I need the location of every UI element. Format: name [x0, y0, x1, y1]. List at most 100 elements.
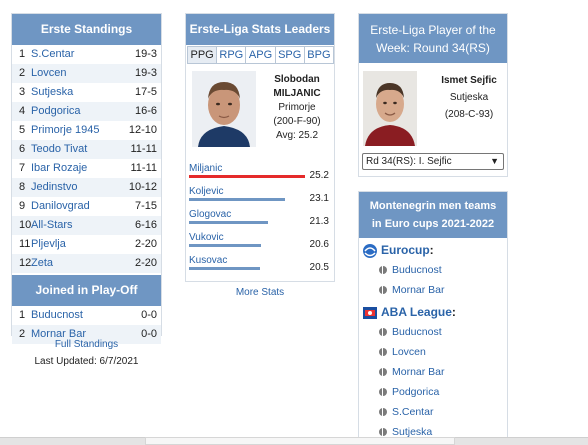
list-item[interactable]: Buducnost	[359, 260, 507, 280]
rank: 11	[19, 238, 31, 250]
table-row[interactable]: 3 Sutjeska 17-5	[12, 83, 161, 102]
aba-league-link[interactable]: ABA League	[381, 303, 452, 322]
club-link[interactable]: Mornar Bar	[392, 362, 445, 382]
leader-bar-row[interactable]: Koljevic 23.1	[186, 185, 334, 208]
stats-leaders-panel: Erste-Liga Stats Leaders PPG RPG APG SPG…	[185, 13, 335, 282]
aba-logo-icon	[362, 305, 378, 321]
leader-bar-row[interactable]: Kusovac 20.5	[186, 254, 334, 277]
bar-player-name[interactable]: Koljevic	[189, 186, 223, 197]
tab-rpg[interactable]: RPG	[216, 46, 247, 64]
bar-player-name[interactable]: Miljanic	[189, 163, 222, 174]
leader-bar-row[interactable]: Miljanic 25.2	[186, 162, 334, 185]
potw-name[interactable]: Ismet Sejfic	[433, 72, 505, 89]
leader-first-name[interactable]: Slobodan	[262, 73, 332, 87]
aba-heading: ABA League:	[359, 303, 507, 322]
more-stats-link[interactable]: More Stats	[185, 287, 335, 298]
rank: 3	[19, 86, 26, 98]
table-row[interactable]: 11 Pljevlja 2-20	[12, 235, 161, 254]
list-item[interactable]: Mornar Bar	[359, 362, 507, 382]
club-link[interactable]: Lovcen	[392, 342, 426, 362]
bar-player-name[interactable]: Glogovac	[189, 209, 231, 220]
last-updated-text: Last Updated: 6/7/2021	[34, 356, 139, 367]
table-row[interactable]: 1 Buducnost 0-0	[12, 306, 161, 325]
euro-cups-title: Montenegrin men teams in Euro cups 2021-…	[359, 192, 507, 238]
club-link[interactable]: Mornar Bar	[392, 280, 445, 300]
table-row[interactable]: 10 All-Stars 6-16	[12, 216, 161, 235]
basketball-icon	[379, 408, 387, 416]
bar-value: 25.2	[309, 170, 329, 181]
eurocup-logo-icon	[362, 243, 378, 259]
club-link[interactable]: Podgorica	[392, 382, 439, 402]
record: 11-11	[130, 162, 157, 174]
tab-ppg[interactable]: PPG	[187, 46, 218, 64]
full-standings-link[interactable]: Full Standings	[11, 339, 162, 350]
colon: :	[451, 305, 456, 319]
record: 7-15	[134, 200, 157, 212]
record: 2-20	[134, 257, 157, 269]
table-row[interactable]: 6 Teodo Tivat 11-11	[12, 140, 161, 159]
leader-bar	[189, 221, 268, 224]
team-link[interactable]: Zeta	[29, 254, 135, 273]
table-row[interactable]: 9 Danilovgrad 7-15	[12, 197, 161, 216]
euro-title-line1: Montenegrin men teams	[369, 200, 497, 212]
euro-title-line2: in Euro cups 2021-2022	[371, 218, 495, 230]
stats-leaders-title: Erste-Liga Stats Leaders	[186, 14, 334, 45]
player-of-week-panel: Erste-Liga Player of the Week: Round 34(…	[358, 13, 508, 177]
list-item[interactable]: S.Centar	[359, 402, 507, 422]
record: 2-20	[134, 238, 157, 250]
standings-table: 1 S.Centar 19-3 2 Lovcen 19-3 3 Sutjeska 17-5 …	[12, 45, 161, 273]
tab-bpg[interactable]: BPG	[303, 46, 335, 64]
team-link[interactable]: Pljevlja	[29, 235, 135, 254]
round-select[interactable]: Rd 34(RS): I. Sejfic ▼	[362, 153, 504, 170]
leader-bar-row[interactable]: Glogovac 21.3	[186, 208, 334, 231]
basketball-icon	[379, 328, 387, 336]
team-link[interactable]: Danilovgrad	[29, 197, 135, 216]
table-row[interactable]: 1 S.Centar 19-3	[12, 45, 161, 64]
scrollbar-thumb[interactable]	[145, 437, 455, 445]
potw-title-line1: Erste-Liga Player of the	[370, 23, 496, 37]
table-row[interactable]: 7 Ibar Rozaje 11-11	[12, 159, 161, 178]
potw-player-photo[interactable]	[363, 71, 417, 146]
list-item[interactable]: Buducnost	[359, 322, 507, 342]
team-link[interactable]: Teodo Tivat	[29, 140, 130, 159]
club-link[interactable]: Buducnost	[392, 260, 442, 280]
eurocup-heading: Eurocup:	[359, 241, 507, 260]
tab-apg[interactable]: APG	[245, 46, 276, 64]
team-link[interactable]: All-Stars	[29, 216, 135, 235]
bar-value: 23.1	[309, 193, 329, 204]
team-link[interactable]: Jedinstvo	[29, 178, 129, 197]
table-row[interactable]: 2 Lovcen 19-3	[12, 64, 161, 83]
tab-spg[interactable]: SPG	[274, 46, 305, 64]
table-row[interactable]: 4 Podgorica 16-6	[12, 102, 161, 121]
leader-player-photo[interactable]	[192, 71, 256, 147]
rank: 1	[19, 309, 26, 321]
club-link[interactable]: Buducnost	[392, 322, 442, 342]
bar-player-name[interactable]: Kusovac	[189, 255, 227, 266]
list-item[interactable]: Podgorica	[359, 382, 507, 402]
leader-bar	[189, 175, 305, 178]
potw-team: Sutjeska	[449, 92, 489, 103]
record: 16-6	[134, 105, 157, 117]
team-link[interactable]: S.Centar	[29, 45, 135, 64]
bar-value: 20.5	[309, 262, 329, 273]
bar-player-name[interactable]: Vukovic	[189, 232, 224, 243]
team-link[interactable]: Sutjeska	[29, 83, 135, 102]
team-link[interactable]: Buducnost	[29, 306, 141, 325]
table-row[interactable]: 5 Primorje 1945 12-10	[12, 121, 161, 140]
list-item[interactable]: Mornar Bar	[359, 280, 507, 300]
team-link[interactable]: Ibar Rozaje	[29, 159, 130, 178]
leader-last-name[interactable]: MILJANIC	[262, 87, 332, 101]
table-row[interactable]: 8 Jedinstvo 10-12	[12, 178, 161, 197]
leader-bar-row[interactable]: Vukovic 20.6	[186, 231, 334, 254]
team-link[interactable]: Lovcen	[29, 64, 135, 83]
eurocup-link[interactable]: Eurocup	[381, 241, 430, 260]
leader-bar	[189, 244, 261, 247]
leader-bar	[189, 198, 285, 201]
colon: :	[429, 243, 434, 257]
club-link[interactable]: S.Centar	[392, 402, 433, 422]
list-item[interactable]: Lovcen	[359, 342, 507, 362]
stat-tabs: PPG RPG APG SPG BPG	[186, 45, 335, 64]
team-link[interactable]: Podgorica	[29, 102, 135, 121]
team-link[interactable]: Primorje 1945	[29, 121, 129, 140]
table-row[interactable]: 12 Zeta 2-20	[12, 254, 161, 273]
